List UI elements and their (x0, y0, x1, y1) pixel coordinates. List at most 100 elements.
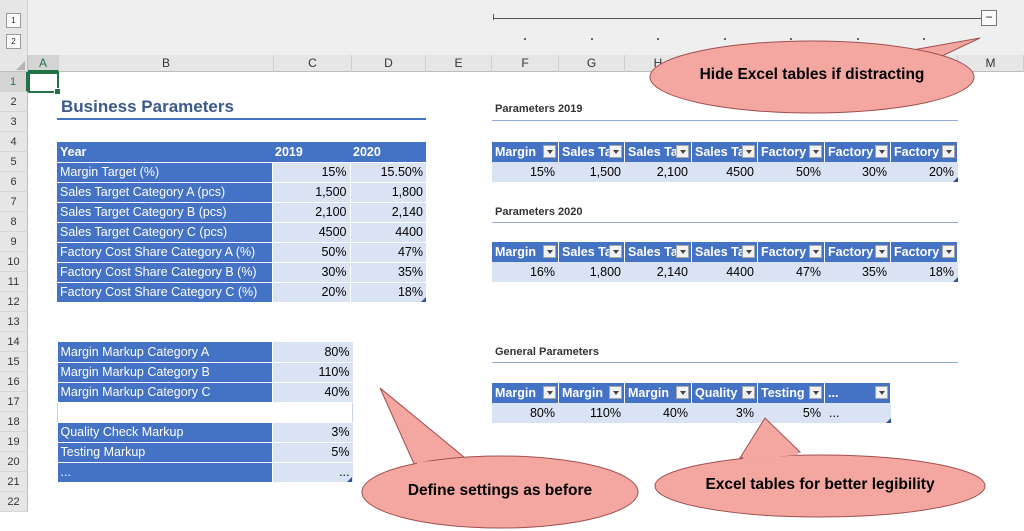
column-header-e[interactable]: E (426, 55, 492, 72)
header-cell-2020[interactable]: 2020 (350, 142, 426, 163)
value-cell[interactable]: 15.50% (349, 162, 426, 183)
table-header-cell[interactable]: Factory (758, 142, 825, 162)
value-cell[interactable]: 50% (758, 162, 825, 182)
row-header-6[interactable]: 6 (0, 172, 28, 192)
row-header-21[interactable]: 21 (0, 472, 28, 492)
value-cell[interactable]: 50% (271, 242, 350, 263)
row-label-cell[interactable]: Margin Markup Category B (57, 362, 273, 383)
column-header-f[interactable]: F (492, 55, 559, 72)
row-header-16[interactable]: 16 (0, 372, 28, 392)
row-header-22[interactable]: 22 (0, 492, 28, 512)
table-header-cell[interactable]: Sales Ta (692, 142, 758, 162)
row-header-8[interactable]: 8 (0, 212, 28, 232)
row-header-4[interactable]: 4 (0, 132, 28, 152)
table-header-cell[interactable]: Factory (825, 242, 891, 262)
row-header-7[interactable]: 7 (0, 192, 28, 212)
table-header-cell[interactable]: Sales Ta (692, 242, 758, 262)
row-header-15[interactable]: 15 (0, 352, 28, 372)
row-header-9[interactable]: 9 (0, 232, 28, 252)
table-header-cell[interactable]: Testing (758, 383, 825, 403)
row-header-13[interactable]: 13 (0, 312, 28, 332)
row-header-2[interactable]: 2 (0, 92, 28, 112)
filter-dropdown-icon[interactable] (543, 245, 556, 258)
value-cell[interactable]: 35% (349, 262, 426, 283)
row-label-cell[interactable]: Sales Target Category A (pcs) (57, 182, 272, 203)
table-resize-handle[interactable] (347, 477, 352, 482)
value-cell[interactable]: 4400 (692, 262, 758, 282)
row-header-3[interactable]: 3 (0, 112, 28, 132)
row-label-cell[interactable]: Margin Markup Category A (57, 342, 273, 363)
value-cell[interactable]: 15% (492, 162, 559, 182)
table-resize-handle[interactable] (953, 277, 958, 282)
row-header-14[interactable]: 14 (0, 332, 28, 352)
select-all-corner[interactable] (0, 55, 28, 72)
value-cell[interactable]: 80% (272, 342, 353, 363)
column-header-b[interactable]: B (59, 55, 274, 72)
row-header-18[interactable]: 18 (0, 412, 28, 432)
value-cell[interactable]: 1,500 (271, 182, 350, 203)
active-cell-a1[interactable] (28, 72, 61, 95)
filter-dropdown-icon[interactable] (875, 386, 888, 399)
value-cell[interactable]: 4500 (692, 162, 758, 182)
table-header-cell[interactable]: Sales Ta (559, 142, 625, 162)
row-label-cell[interactable]: Factory Cost Share Category A (%) (57, 242, 272, 263)
filter-dropdown-icon[interactable] (742, 145, 755, 158)
filter-dropdown-icon[interactable] (609, 245, 622, 258)
filter-dropdown-icon[interactable] (676, 145, 689, 158)
table-header-cell[interactable]: Factory (758, 242, 825, 262)
table-header-cell[interactable]: Quality (692, 383, 758, 403)
value-cell[interactable]: 3% (272, 422, 353, 443)
value-cell[interactable]: 2,100 (625, 162, 692, 182)
table-header-cell[interactable]: Sales Ta (625, 142, 692, 162)
column-header-g[interactable]: G (559, 55, 625, 72)
table-header-cell[interactable]: Factory (891, 142, 958, 162)
row-header-10[interactable]: 10 (0, 252, 28, 272)
row-label-cell[interactable]: Factory Cost Share Category C (%) (57, 282, 272, 303)
row-label-cell[interactable]: Testing Markup (57, 442, 273, 463)
filter-dropdown-icon[interactable] (742, 245, 755, 258)
value-cell[interactable]: 2,140 (625, 262, 692, 282)
value-cell[interactable]: 2,100 (271, 202, 350, 223)
filter-dropdown-icon[interactable] (742, 386, 755, 399)
blank-row-cell[interactable] (57, 401, 353, 423)
value-cell[interactable]: 1,500 (559, 162, 625, 182)
row-header-5[interactable]: 5 (0, 152, 28, 172)
table-resize-handle[interactable] (421, 297, 426, 302)
filter-dropdown-icon[interactable] (609, 145, 622, 158)
value-cell[interactable]: 4400 (349, 222, 426, 243)
row-label-cell[interactable]: Sales Target Category B (pcs) (57, 202, 272, 223)
column-header-c[interactable]: C (274, 55, 352, 72)
filter-dropdown-icon[interactable] (875, 145, 888, 158)
row-header-11[interactable]: 11 (0, 272, 28, 292)
row-label-cell[interactable]: Quality Check Markup (57, 422, 273, 443)
filter-dropdown-icon[interactable] (676, 386, 689, 399)
column-header-d[interactable]: D (352, 55, 426, 72)
value-cell[interactable]: 4500 (271, 222, 350, 243)
outline-level-2-button[interactable]: 2 (6, 34, 21, 49)
filter-dropdown-icon[interactable] (809, 386, 822, 399)
value-cell[interactable]: 15% (271, 162, 350, 183)
table-header-cell[interactable]: Sales Ta (559, 242, 625, 262)
table-header-cell[interactable]: ... (825, 383, 891, 403)
table-header-cell[interactable]: Margin (492, 242, 559, 262)
row-label-cell[interactable]: Sales Target Category C (pcs) (57, 222, 272, 243)
header-cell-2019[interactable]: 2019 (272, 142, 350, 163)
row-header-12[interactable]: 12 (0, 292, 28, 312)
row-header-1[interactable]: 1 (0, 72, 28, 92)
outline-level-1-button[interactable]: 1 (6, 13, 21, 28)
value-cell[interactable]: 16% (492, 262, 559, 282)
row-header-17[interactable]: 17 (0, 392, 28, 412)
table-header-cell[interactable]: Margin (492, 142, 559, 162)
value-cell[interactable]: 1,800 (349, 182, 426, 203)
value-cell[interactable]: 30% (271, 262, 350, 283)
row-header-19[interactable]: 19 (0, 432, 28, 452)
value-cell[interactable]: 110% (272, 362, 353, 383)
value-cell[interactable]: 1,800 (559, 262, 625, 282)
row-label-cell[interactable]: ... (57, 462, 273, 483)
value-cell[interactable]: 18% (891, 262, 958, 282)
value-cell[interactable]: 47% (758, 262, 825, 282)
table-header-cell[interactable]: Factory (825, 142, 891, 162)
table-resize-handle[interactable] (953, 177, 958, 182)
value-cell[interactable]: 2,140 (349, 202, 426, 223)
filter-dropdown-icon[interactable] (809, 145, 822, 158)
